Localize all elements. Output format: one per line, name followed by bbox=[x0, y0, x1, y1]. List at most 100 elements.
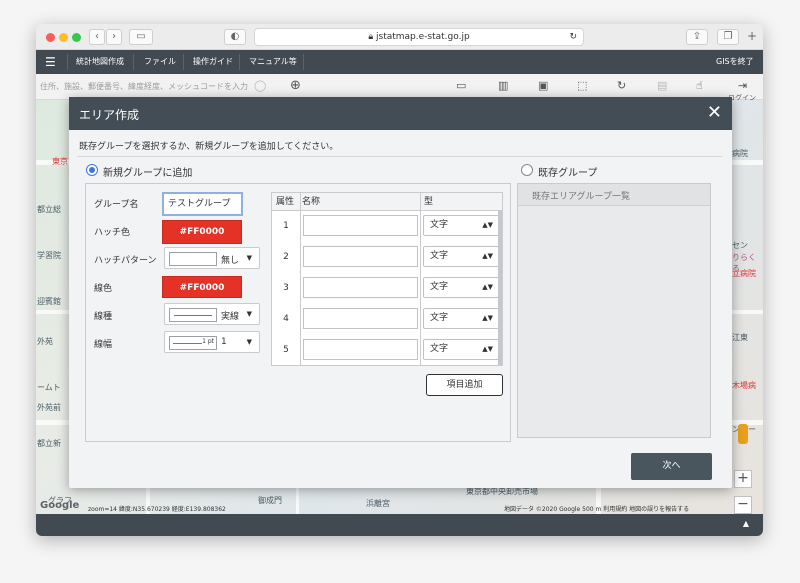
column-divider bbox=[420, 193, 421, 365]
row-number: 2 bbox=[283, 252, 289, 262]
close-icon[interactable]: ✕ bbox=[707, 103, 722, 123]
map-icon[interactable]: ▥ bbox=[498, 79, 508, 92]
add-item-button[interactable]: 項目追加 bbox=[426, 374, 503, 396]
line-type-label: 線種 bbox=[94, 312, 113, 322]
map-label: 外苑 bbox=[37, 337, 53, 346]
table-header: 属性 名称 型 bbox=[272, 193, 502, 211]
column-header-attr: 属性 bbox=[276, 197, 295, 207]
attribute-name-input[interactable] bbox=[303, 215, 418, 236]
table-scrollbar[interactable] bbox=[498, 211, 502, 365]
back-icon[interactable]: ‹ bbox=[89, 29, 105, 45]
menu-divider bbox=[183, 54, 184, 70]
up-down-icon: ▲▼ bbox=[482, 314, 493, 322]
attribute-type-select[interactable]: 文字 ▲▼ bbox=[423, 339, 499, 360]
attribute-type-select[interactable]: 文字 ▲▼ bbox=[423, 277, 499, 298]
up-down-icon: ▲▼ bbox=[482, 252, 493, 260]
line-color-button[interactable]: #FF0000 bbox=[162, 276, 242, 298]
menu-divider bbox=[67, 54, 68, 70]
address-bar[interactable]: 🔒︎ jstatmap.e-stat.go.jp ↻ bbox=[254, 28, 584, 46]
zoom-out-button[interactable]: − bbox=[734, 496, 752, 514]
attribute-type-value: 文字 bbox=[430, 344, 449, 354]
up-down-icon: ▲▼ bbox=[482, 221, 493, 229]
search-clear-icon[interactable]: ◯ bbox=[254, 79, 266, 92]
tabs-icon[interactable]: ❐ bbox=[717, 29, 739, 45]
login-icon[interactable]: ⇥ bbox=[738, 79, 747, 92]
group-name-input[interactable]: テストグループ bbox=[162, 192, 243, 216]
up-down-icon: ▲▼ bbox=[482, 283, 493, 291]
line-type-select[interactable]: 実線 ▼ bbox=[164, 303, 260, 325]
sidebar-icon[interactable]: ▭ bbox=[129, 29, 153, 45]
existing-list-header: 既存エリアグループ一覧 bbox=[518, 184, 710, 206]
map-search-input[interactable]: 住所、施設、郵便番号、緯度経度、メッシュコードを入力 bbox=[40, 78, 268, 96]
existing-group-radio[interactable] bbox=[521, 164, 533, 176]
map-label: 江東 bbox=[732, 333, 748, 342]
attribute-type-value: 文字 bbox=[430, 251, 449, 261]
privacy-shield-icon[interactable]: ◐ bbox=[224, 29, 246, 45]
line-width-value: 1 bbox=[221, 337, 227, 347]
dialog-title: エリア作成 bbox=[79, 108, 140, 122]
hamburger-icon[interactable]: ☰ bbox=[45, 50, 56, 74]
dialog-instruction: 既存グループを選択するか、新規グループを追加してください。 bbox=[79, 142, 339, 152]
attribute-name-input[interactable] bbox=[303, 339, 418, 360]
attribute-name-input[interactable] bbox=[303, 277, 418, 298]
attribute-name-input[interactable] bbox=[303, 246, 418, 267]
new-tab-icon[interactable]: + bbox=[744, 29, 760, 45]
menu-item-stat-map[interactable]: 統計地図作成 bbox=[76, 50, 124, 74]
map-label: 病院 bbox=[732, 149, 748, 158]
google-logo: Google bbox=[40, 500, 80, 511]
dialog-header: エリア作成 ✕ bbox=[69, 97, 732, 130]
map-attribution: 地図データ ©2020 Google 500 m 利用規約 地図の誤りを報告する bbox=[504, 506, 690, 513]
attribute-name-input[interactable] bbox=[303, 308, 418, 329]
new-group-label: 新規グループに追加 bbox=[103, 168, 193, 179]
row-number: 3 bbox=[283, 283, 289, 293]
map-label: セン bbox=[732, 241, 748, 250]
reload-icon[interactable]: ↻ bbox=[569, 29, 577, 45]
menu-item-guide[interactable]: 操作ガイド bbox=[193, 50, 233, 74]
minimize-window-button[interactable] bbox=[59, 33, 68, 42]
map-label: 迎賓館 bbox=[37, 297, 61, 306]
attribute-type-select[interactable]: 文字 ▲▼ bbox=[423, 308, 499, 329]
exit-gis-button[interactable]: GISを終了 bbox=[716, 50, 754, 74]
column-divider bbox=[300, 193, 301, 365]
existing-group-label: 既存グループ bbox=[538, 168, 598, 179]
attribute-type-select[interactable]: 文字 ▲▼ bbox=[423, 246, 499, 267]
refresh-icon[interactable]: ↻ bbox=[617, 79, 626, 92]
up-down-icon: ▲▼ bbox=[482, 345, 493, 353]
row-number: 5 bbox=[283, 345, 289, 355]
street-view-icon[interactable] bbox=[738, 424, 748, 444]
map-label: 東京 bbox=[52, 157, 68, 166]
attribute-type-select[interactable]: 文字 ▲▼ bbox=[423, 215, 499, 236]
ruler-icon[interactable]: ▭ bbox=[456, 79, 466, 92]
attribute-type-value: 文字 bbox=[430, 220, 449, 230]
chevron-down-icon: ▼ bbox=[246, 310, 252, 318]
share-icon[interactable]: ⇪ bbox=[686, 29, 708, 45]
new-group-radio[interactable] bbox=[86, 164, 98, 176]
url-text: jstatmap.e-stat.go.jp bbox=[376, 32, 470, 42]
menu-item-file[interactable]: ファイル bbox=[144, 50, 176, 74]
bottom-status-bar: ▲ bbox=[36, 514, 763, 536]
export-icon[interactable]: ▤ bbox=[657, 79, 667, 92]
row-number: 1 bbox=[283, 221, 289, 231]
zoom-in-button[interactable]: + bbox=[734, 470, 752, 488]
close-window-button[interactable] bbox=[46, 33, 55, 42]
crosshair-icon[interactable]: ⊕ bbox=[290, 78, 301, 93]
collapse-up-icon[interactable]: ▲ bbox=[743, 519, 749, 528]
area-select-icon[interactable]: ⬚ bbox=[577, 79, 587, 92]
line-width-select[interactable]: 1 pt 1 ▼ bbox=[164, 331, 260, 353]
map-label: 外苑前 bbox=[37, 403, 61, 412]
forward-icon[interactable]: › bbox=[106, 29, 122, 45]
map-label: 浜離宮 bbox=[366, 499, 390, 508]
menu-divider bbox=[303, 54, 304, 70]
pointer-icon[interactable]: ☝︎ bbox=[696, 79, 703, 92]
window-icon[interactable]: ▣ bbox=[538, 79, 548, 92]
create-area-dialog: エリア作成 ✕ 既存グループを選択するか、新規グループを追加してください。 新規… bbox=[69, 97, 732, 488]
divider bbox=[77, 156, 722, 157]
menu-item-manual[interactable]: マニュアル等 bbox=[249, 50, 297, 74]
zoom-window-button[interactable] bbox=[72, 33, 81, 42]
hatch-pattern-value: 無し bbox=[221, 256, 240, 266]
next-button[interactable]: 次へ bbox=[631, 453, 712, 480]
hatch-pattern-select[interactable]: 無し ▼ bbox=[164, 247, 260, 269]
map-label: 木場病 bbox=[732, 381, 756, 390]
menu-divider bbox=[239, 54, 240, 70]
hatch-color-button[interactable]: #FF0000 bbox=[162, 220, 242, 244]
